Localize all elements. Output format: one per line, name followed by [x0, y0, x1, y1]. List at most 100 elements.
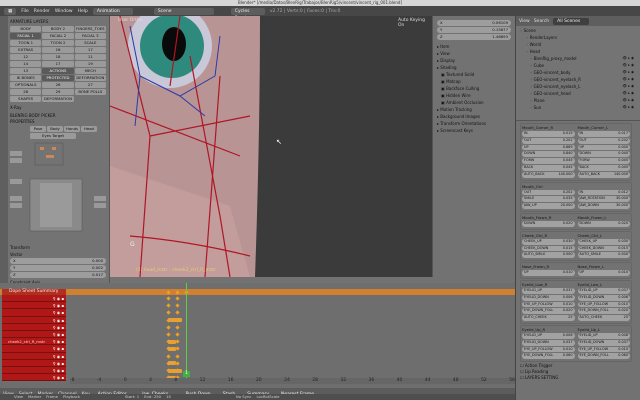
transform-section[interactable]: Transform — [10, 245, 106, 250]
summary-keyframe[interactable] — [166, 289, 171, 295]
timeline-playback-menu[interactable]: Playback — [63, 394, 80, 400]
keyframe[interactable] — [166, 296, 171, 301]
tab-body[interactable]: Body — [47, 126, 63, 132]
property-slider[interactable]: EYELID_DOWN 0.006 — [522, 294, 575, 301]
property-slider[interactable]: AUTO_SMILE 0.500 — [522, 252, 575, 259]
property-slider[interactable]: IN 0.017 — [577, 131, 630, 137]
outliner-item[interactable]: ◦ GEO-vincent_head 👁 ▸ ◉ — [520, 90, 640, 97]
layer-button[interactable]: BONE POLLS — [74, 89, 106, 95]
outliner-search-menu[interactable]: Search — [534, 19, 549, 24]
start-frame-field[interactable]: Start: 1 — [125, 394, 139, 400]
layer-button[interactable]: OPTIONALS — [10, 82, 42, 88]
end-frame-field[interactable]: End: 250 — [144, 394, 161, 400]
location-x-field[interactable]: X 0.06109 — [437, 20, 511, 26]
layer-button[interactable]: 11 — [74, 54, 106, 60]
layer-button[interactable]: DEFORMATION — [74, 75, 106, 81]
tab-head[interactable]: Head — [81, 126, 97, 132]
layer-button[interactable]: EXTRAS — [10, 47, 42, 53]
outliner-item[interactable]: ◦ GEO-vincent_eyelash_R 👁 ▸ ◉ — [520, 76, 640, 83]
layer-button[interactable]: TOON 2 — [42, 40, 74, 46]
layer-button[interactable]: FINGERS_TOES — [74, 26, 106, 32]
property-slider[interactable]: JAW_UP 20.000 — [522, 203, 575, 209]
outliner-item[interactable]: ◦ GEO-vincent_eyelash_L 👁 ▸ ◉ — [520, 83, 640, 90]
property-slider[interactable]: EYE_DOWN_FOLL 0.020 — [577, 308, 630, 315]
3d-viewport[interactable]: User Ortho Auto Keying On G (1) head_mst… — [110, 16, 432, 277]
layer-button[interactable]: FACIAL 3 — [74, 33, 106, 39]
outliner-item[interactable]: ◦ Cube 👁 ▸ ◉ — [520, 62, 640, 69]
timeline-view-menu[interactable]: View — [14, 394, 23, 400]
outliner-item[interactable]: ◦ Sun 👁 ▸ ◉ — [520, 104, 640, 111]
property-slider[interactable]: OUT 0.202 — [577, 137, 630, 144]
keyframe[interactable] — [175, 325, 180, 330]
property-slider[interactable]: EYELID_UP 0.008 — [522, 332, 575, 339]
layer-button[interactable]: SCALE — [74, 40, 106, 46]
layer-button[interactable]: 17 — [74, 47, 106, 53]
keyframe[interactable] — [175, 332, 180, 337]
property-slider[interactable]: DOWN 0.020 — [522, 220, 575, 227]
property-slider[interactable]: EYELID_UP 0.037 — [522, 287, 575, 294]
frame-field[interactable]: 10 — [166, 394, 171, 400]
keyframe[interactable] — [166, 303, 171, 308]
layer-button[interactable]: 14 — [10, 61, 42, 67]
property-slider[interactable]: BACK 0.045 — [522, 164, 575, 171]
vector-x-field[interactable]: X 0.000 — [10, 258, 106, 264]
property-slider[interactable]: EYE_UP_FOLLOW 0.010 — [522, 346, 575, 353]
visibility-icon[interactable]: 👁 ▸ ◉ — [623, 90, 634, 97]
outliner-item[interactable]: ◦ Scene — [520, 27, 640, 34]
property-slider[interactable]: CHEEK_DOWN 0.015 — [522, 245, 575, 252]
outliner-item[interactable]: ◦ Plane 👁 ▸ ◉ — [520, 97, 640, 104]
location-y-field[interactable]: Y 0.15677 — [437, 27, 511, 33]
keyframe[interactable] — [175, 346, 180, 352]
npanel-more-item[interactable]: ▸ Transform Orientations — [433, 120, 515, 127]
property-slider[interactable]: JAW_DOWN 30.000 — [577, 203, 630, 209]
property-slider[interactable]: DOWN 0.040 — [577, 151, 630, 158]
editor-type-icon[interactable]: ▦ — [4, 7, 17, 15]
menu-window[interactable]: Window — [55, 9, 73, 14]
npanel-more-item[interactable]: ▸ Motion Tracking — [433, 106, 515, 113]
property-slider[interactable]: UP 0.010 — [522, 270, 575, 276]
npanel-shading-item[interactable]: ▣ Backface Culling — [437, 85, 515, 92]
layer-button[interactable]: TOON 1 — [10, 40, 42, 46]
npanel-more-item[interactable]: ▸ Background Images — [433, 113, 515, 120]
outliner-filter-select[interactable]: All Scenes — [553, 17, 590, 25]
property-slider[interactable]: AUTO_SMILE 0.500 — [577, 252, 630, 259]
layer-button[interactable]: SHAPES — [10, 96, 42, 102]
layout-select[interactable]: Animation — [92, 7, 133, 15]
tab-hands[interactable]: Hands — [64, 126, 80, 132]
summary-keyframe[interactable] — [175, 289, 180, 295]
property-slider[interactable]: EYE_UP_FOLLOW 0.010 — [522, 301, 575, 308]
visibility-icon[interactable]: 👁 ▸ ◉ — [623, 104, 634, 111]
keyframe[interactable] — [166, 310, 171, 316]
layer-button[interactable]: 27 — [74, 82, 106, 88]
property-slider[interactable]: EYE_DOWN_FOLL 0.060 — [522, 353, 575, 360]
outliner-item[interactable]: ◦ GEO-vincent_body 👁 ▸ ◉ — [520, 69, 640, 76]
outliner-item[interactable]: ◦ RenderLayers — [520, 34, 640, 41]
npanel-sections-item[interactable]: ▸ Shading — [433, 64, 515, 71]
property-slider[interactable]: SMILE 0.035 — [522, 196, 575, 203]
keyframe[interactable] — [175, 296, 180, 301]
property-slider[interactable]: EYELID_DOWN 0.037 — [522, 339, 575, 346]
keyframe[interactable] — [175, 361, 180, 366]
render-engine-select[interactable]: Cycles Render — [230, 7, 265, 21]
layer-button[interactable]: 29 — [42, 89, 74, 95]
npanel-shading-item[interactable]: ▣ Ambient Occlusion — [437, 99, 515, 106]
property-slider[interactable]: EYE_DOWN_FOLL 0.060 — [577, 353, 630, 360]
outliner-item[interactable]: ◦ Head — [520, 48, 640, 55]
keyframe[interactable] — [175, 339, 180, 344]
property-slider[interactable]: EYELID_UP 0.037 — [577, 287, 630, 294]
keyframe[interactable] — [166, 353, 171, 359]
property-slider[interactable]: JAW_ROTATION 30.000 — [577, 196, 630, 203]
menu-help[interactable]: Help — [78, 9, 88, 14]
tab-pose[interactable]: Pose — [30, 126, 46, 132]
outliner-view-menu[interactable]: View — [519, 19, 530, 24]
layer-button[interactable]: 28 — [10, 89, 42, 95]
timeline-marker-menu[interactable]: Marker — [28, 394, 41, 400]
layer-button[interactable]: ACTIONS — [42, 68, 74, 74]
menu-file[interactable]: File — [21, 9, 29, 14]
layer-button[interactable]: BODY 2 — [42, 26, 74, 32]
visibility-icon[interactable]: 👁 ▸ ◉ — [623, 55, 634, 62]
checkbox[interactable]: ☐ LAYERS SETTING — [520, 375, 632, 381]
property-slider[interactable]: EYE_UP_FOLLOW 0.010 — [577, 301, 630, 308]
property-slider[interactable]: AUTO_CHEEK 25 — [577, 315, 630, 321]
property-slider[interactable]: OUT 0.202 — [522, 137, 575, 144]
